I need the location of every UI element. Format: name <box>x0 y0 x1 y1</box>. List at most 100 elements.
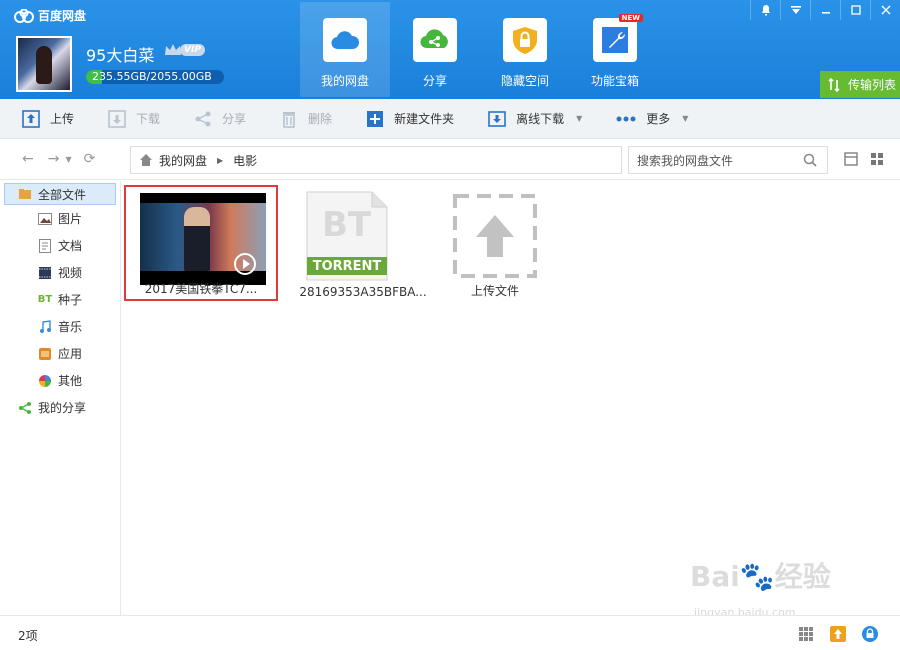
breadcrumb: 我的网盘 ▶ 电影 <box>130 146 622 174</box>
torrent-icon-text: BT <box>322 205 372 245</box>
share-icon <box>18 401 32 415</box>
app-header: 百度网盘 95大白菜 VIP 235.55GB/2055.00GB 我的网盘 分… <box>0 0 900 99</box>
share-label: 分享 <box>222 112 247 126</box>
sidebar-item-torrents[interactable]: BT 种子 <box>0 286 120 313</box>
offline-download-label: 离线下载 <box>516 112 565 126</box>
view-toggle <box>844 152 884 166</box>
breadcrumb-root[interactable]: 我的网盘 <box>159 152 207 169</box>
video-thumbnail <box>140 193 266 285</box>
download-icon <box>108 109 126 128</box>
sidebar-item-other[interactable]: 其他 <box>0 367 120 394</box>
search-placeholder: 搜索我的网盘文件 <box>637 153 734 168</box>
search-input[interactable]: 搜索我的网盘文件 <box>628 146 828 174</box>
history-dropdown-icon[interactable]: ▼ <box>65 155 71 164</box>
maximize-button[interactable] <box>840 0 870 20</box>
music-icon <box>38 319 52 334</box>
play-icon[interactable] <box>234 253 256 275</box>
avatar[interactable] <box>16 36 72 92</box>
sidebar-item-label: 种子 <box>58 293 83 307</box>
home-icon[interactable] <box>139 153 153 167</box>
share-icon <box>194 110 212 128</box>
breadcrumb-separator-icon[interactable]: ▶ <box>217 156 223 165</box>
delete-button[interactable]: 删除 <box>280 110 332 128</box>
file-item-video[interactable]: 2017美国铁拳TC7... <box>124 185 278 301</box>
transfer-icon <box>828 77 840 92</box>
chevron-down-icon: ▼ <box>682 114 689 123</box>
breadcrumb-current[interactable]: 电影 <box>233 152 257 169</box>
window-controls <box>750 0 900 20</box>
status-bar: 2项 <box>0 615 900 650</box>
new-badge: NEW <box>618 14 643 22</box>
file-name: 上传文件 <box>470 284 519 298</box>
share-button[interactable]: 分享 <box>194 110 246 128</box>
image-icon <box>38 212 52 226</box>
new-folder-icon <box>366 110 384 128</box>
delete-label: 删除 <box>308 112 333 126</box>
vip-label: VIP <box>180 44 205 56</box>
watermark: Bai🐾经验 <box>690 560 831 593</box>
sidebar-item-label: 视频 <box>58 266 83 280</box>
search-icon[interactable] <box>803 153 817 167</box>
file-item-torrent[interactable]: BT TORRENT 28169353A35BFBA... <box>286 185 440 301</box>
apps-grid-icon[interactable] <box>796 624 816 644</box>
nav-label: 隐藏空间 <box>500 74 549 88</box>
minimize-button[interactable] <box>810 0 840 20</box>
sidebar-item-videos[interactable]: 视频 <box>0 259 120 286</box>
sidebar-item-label: 全部文件 <box>38 187 87 202</box>
baidu-cloud-logo-icon <box>14 8 34 23</box>
upload-status-icon[interactable] <box>828 624 848 644</box>
back-arrow-icon[interactable]: ← <box>22 151 34 167</box>
chevron-down-icon: ▼ <box>576 114 583 123</box>
sidebar-item-music[interactable]: 音乐 <box>0 313 120 340</box>
more-label: 更多 <box>646 112 671 126</box>
upload-file-tile[interactable]: 上传文件 <box>418 185 572 301</box>
app-icon <box>38 347 52 361</box>
forward-arrow-icon[interactable]: → <box>48 151 60 167</box>
new-folder-button[interactable]: 新建文件夹 <box>366 110 454 128</box>
trash-icon <box>280 110 298 128</box>
lock-icon <box>503 18 547 62</box>
nav-toolbox[interactable]: NEW 功能宝箱 <box>570 2 660 97</box>
grid-view-icon[interactable] <box>870 152 884 166</box>
upload-button[interactable]: 上传 <box>22 109 75 128</box>
transfer-list-button[interactable]: 传输列表 <box>820 71 900 98</box>
sidebar-item-label: 音乐 <box>58 320 83 334</box>
upload-icon <box>22 109 40 128</box>
vip-badge[interactable]: VIP <box>164 43 205 57</box>
notification-icon[interactable] <box>750 0 780 20</box>
sidebar-item-images[interactable]: 图片 <box>0 205 120 232</box>
sidebar-item-apps[interactable]: 应用 <box>0 340 120 367</box>
offline-download-button[interactable]: 离线下载 ▼ <box>488 110 582 128</box>
close-button[interactable] <box>870 0 900 20</box>
wrench-icon: NEW <box>593 14 643 62</box>
item-count: 2项 <box>18 629 38 643</box>
nav-label: 功能宝箱 <box>590 74 639 88</box>
sidebar-item-my-share[interactable]: 我的分享 <box>0 394 120 421</box>
menu-icon[interactable] <box>780 0 810 20</box>
refresh-icon[interactable]: ⟳ <box>84 151 96 167</box>
sidebar-item-label: 其他 <box>58 374 83 388</box>
file-name: 2017美国铁拳TC7... <box>144 282 258 296</box>
list-view-icon[interactable] <box>844 152 858 166</box>
more-button[interactable]: 更多 ▼ <box>616 110 688 128</box>
sidebar-item-all-files[interactable]: 全部文件 <box>4 183 116 205</box>
sidebar-item-label: 图片 <box>58 212 83 226</box>
nav-share[interactable]: 分享 <box>390 2 480 97</box>
sidebar-item-label: 我的分享 <box>38 401 87 415</box>
more-icon <box>616 110 636 128</box>
upload-label: 上传 <box>50 112 75 126</box>
paw-icon: 🐾 <box>739 560 775 593</box>
download-label: 下载 <box>136 112 161 126</box>
upload-icon <box>453 194 537 278</box>
sidebar-item-documents[interactable]: 文档 <box>0 232 120 259</box>
sidebar-item-label: 文档 <box>58 239 83 253</box>
username: 95大白菜 <box>86 46 155 65</box>
nav-my-disk[interactable]: 我的网盘 <box>300 2 390 97</box>
security-lock-icon[interactable] <box>860 624 880 644</box>
download-button[interactable]: 下载 <box>108 109 161 128</box>
other-icon <box>38 374 52 388</box>
status-icons <box>784 624 880 644</box>
file-grid: 2017美国铁拳TC7... BT TORRENT 28169353A35BFB… <box>122 181 900 615</box>
address-bar: ← → ▼ ⟳ 我的网盘 ▶ 电影 搜索我的网盘文件 <box>0 140 900 180</box>
nav-hidden-space[interactable]: 隐藏空间 <box>480 2 570 97</box>
